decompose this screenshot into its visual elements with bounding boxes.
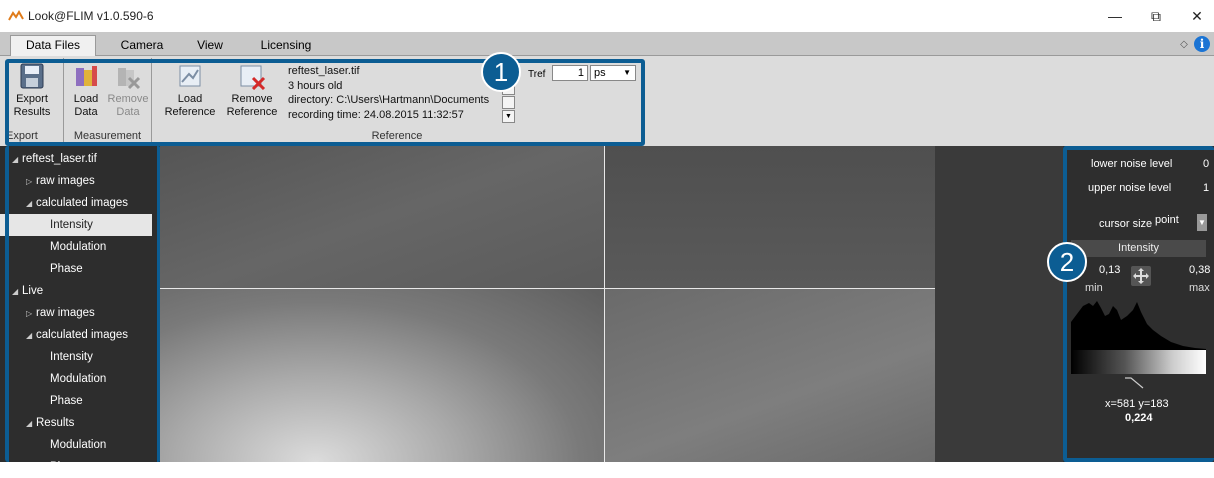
window-title: Look@FLIM v1.0.590-6	[28, 9, 154, 23]
tab-camera[interactable]: Camera	[104, 36, 180, 56]
image-quadrant-top-left	[160, 146, 604, 288]
callout-highlight-1	[5, 59, 645, 146]
minimize-button[interactable]: —	[1100, 6, 1130, 26]
image-quadrant-bottom-left	[160, 288, 604, 462]
image-quadrant-top-right	[604, 146, 935, 288]
collapse-ribbon-icon[interactable]: ◇	[1177, 39, 1191, 50]
image-view[interactable]	[160, 146, 935, 462]
tab-view[interactable]: View	[182, 36, 238, 56]
callout-bubble-2: 2	[1047, 242, 1087, 282]
view-margin	[935, 146, 1063, 462]
tree-node-label: Ph...	[50, 461, 74, 473]
crosshair-horizontal[interactable]	[160, 288, 935, 289]
app-logo-icon	[8, 10, 24, 21]
crosshair-vertical[interactable]	[604, 146, 605, 462]
close-button[interactable]: ✕	[1182, 6, 1212, 26]
tab-bar-icons: ◇ i	[1177, 36, 1210, 52]
tab-licensing[interactable]: Licensing	[248, 36, 324, 56]
callout-highlight-2	[1063, 146, 1214, 462]
title-bar: Look@FLIM v1.0.590-6 — ⧉ ✕	[0, 0, 1214, 32]
image-quadrant-bottom-right	[604, 288, 935, 462]
tab-bar: Data Files Camera View Licensing ◇ i	[0, 32, 1214, 57]
restore-button[interactable]: ⧉	[1141, 6, 1171, 26]
tab-data-files[interactable]: Data Files	[10, 35, 96, 57]
callout-highlight-3	[5, 146, 161, 462]
callout-bubble-1: 1	[481, 52, 521, 92]
info-icon[interactable]: i	[1194, 36, 1210, 52]
